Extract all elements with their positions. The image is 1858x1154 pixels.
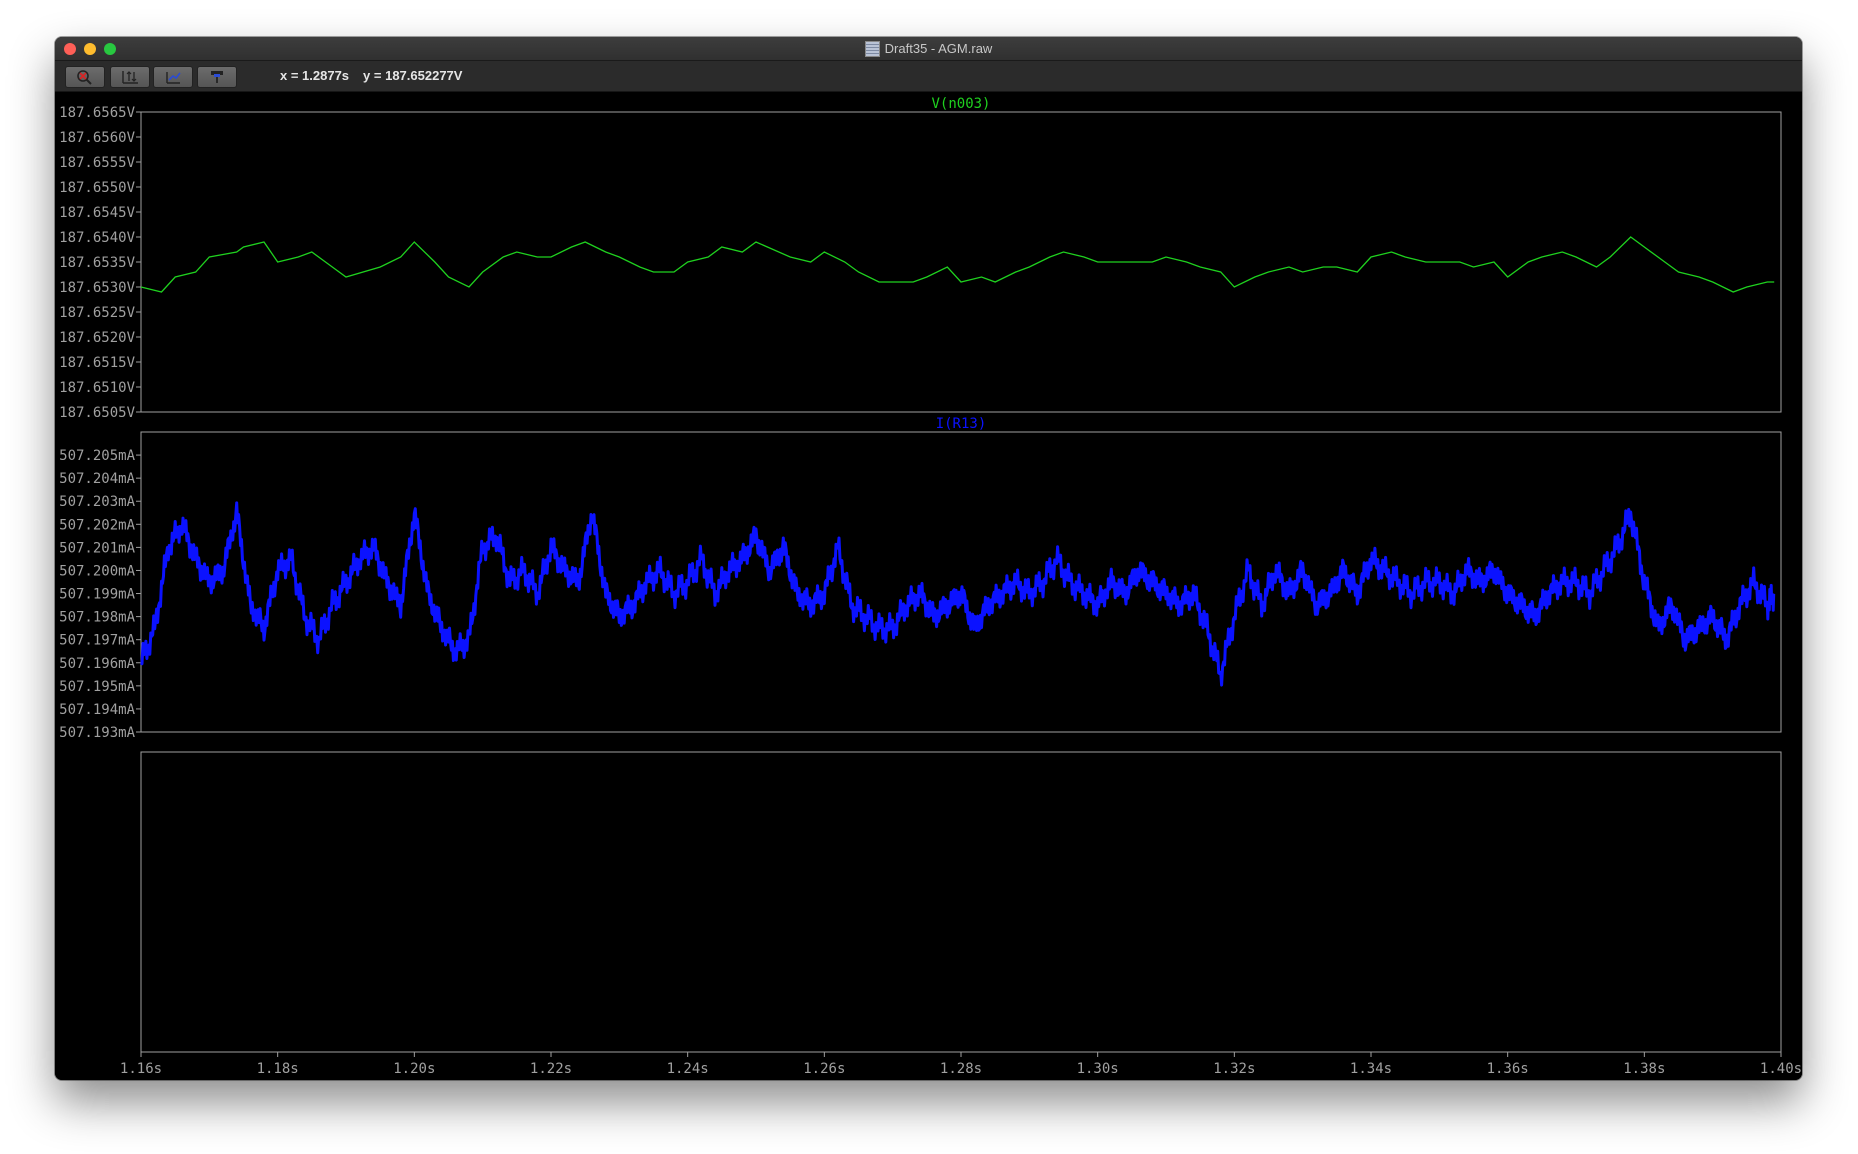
x-tick-label: 1.18s (257, 1061, 299, 1077)
x-tick-label: 1.34s (1350, 1061, 1392, 1077)
y-tick-label: 507.205mA (59, 448, 135, 464)
y-tick-label: 507.200mA (59, 563, 135, 579)
y-tick-label: 187.6540V (59, 230, 135, 246)
x-tick-label: 1.20s (393, 1061, 435, 1077)
x-tick-label: 1.24s (667, 1061, 709, 1077)
x-tick-label: 1.30s (1077, 1061, 1119, 1077)
x-tick-label: 1.28s (940, 1061, 982, 1077)
y-tick-label: 187.6505V (59, 405, 135, 421)
x-tick-label: 1.32s (1213, 1061, 1255, 1077)
autoscale-button[interactable] (110, 66, 150, 88)
pan-button[interactable] (153, 66, 193, 88)
x-tick-label: 1.26s (803, 1061, 845, 1077)
y-tick-label: 187.6525V (59, 305, 135, 321)
y-tick-label: 507.195mA (59, 679, 135, 695)
y-tick-label: 507.198mA (59, 610, 135, 626)
autoscale-icon (122, 71, 138, 84)
probe-icon (211, 71, 223, 83)
waveform-window: Draft35 - AGM.raw x = 1.2877s y = 187.65… (55, 37, 1802, 1080)
y-tick-label: 187.6545V (59, 205, 135, 221)
y-tick-label: 507.196mA (59, 656, 135, 672)
y-tick-label: 507.199mA (59, 587, 135, 603)
y-tick-label: 187.6510V (59, 380, 135, 396)
y-tick-label: 507.197mA (59, 633, 135, 649)
toolbar: x = 1.2877s y = 187.652277V (55, 61, 1802, 92)
y-tick-label: 507.204mA (59, 471, 135, 487)
zoom-cancel-button[interactable] (65, 66, 105, 88)
pane-1-title: V(n003) (931, 96, 990, 112)
cursor-y-readout: y = 187.652277V (363, 68, 463, 83)
document-icon (864, 40, 880, 57)
y-tick-label: 187.6530V (59, 280, 135, 296)
y-tick-label: 187.6520V (59, 330, 135, 346)
y-tick-label: 507.201mA (59, 540, 135, 556)
cursor-x-readout: x = 1.2877s (280, 68, 350, 83)
title-bar[interactable]: Draft35 - AGM.raw (55, 37, 1802, 61)
y-tick-label: 187.6535V (59, 255, 135, 271)
y-tick-label: 507.193mA (59, 725, 135, 741)
y-tick-label: 187.6550V (59, 180, 135, 196)
window-title: Draft35 - AGM.raw (884, 41, 993, 56)
x-tick-label: 1.40s (1760, 1061, 1802, 1077)
plot-background (55, 92, 1802, 1080)
y-tick-label: 187.6565V (59, 105, 135, 121)
x-tick-label: 1.38s (1623, 1061, 1665, 1077)
y-tick-label: 187.6555V (59, 155, 135, 171)
plot-area[interactable]: V(n003) 187.6565V 187.6560V 187.6555V 187.65… (55, 92, 1802, 1080)
pane-2-title: I(R13) (936, 416, 987, 432)
probe-button[interactable] (197, 66, 237, 88)
zoom-cancel-icon (77, 70, 92, 85)
y-tick-label: 187.6515V (59, 355, 135, 371)
pan-icon (166, 72, 181, 84)
x-tick-label: 1.22s (530, 1061, 572, 1077)
x-tick-label: 1.36s (1487, 1061, 1529, 1077)
y-tick-label: 187.6560V (59, 130, 135, 146)
y-tick-label: 507.203mA (59, 494, 135, 510)
x-tick-label: 1.16s (120, 1061, 162, 1077)
cursor-readout: x = 1.2877s y = 187.652277V (280, 68, 476, 83)
y-tick-label: 507.202mA (59, 517, 135, 533)
y-tick-label: 507.194mA (59, 702, 135, 718)
